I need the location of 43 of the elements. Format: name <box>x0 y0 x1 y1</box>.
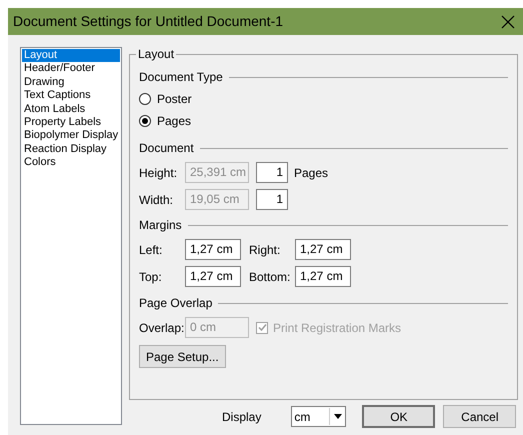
radio-label: Poster <box>157 91 192 108</box>
section-heading: Document <box>139 140 194 157</box>
field-label: Overlap: <box>139 320 185 336</box>
category-item[interactable]: Drawing <box>22 76 120 90</box>
section-heading: Margins <box>139 217 182 234</box>
group-title: Layout <box>136 47 176 61</box>
margin-field[interactable]: 1,27 cm <box>295 266 351 287</box>
radio-button[interactable] <box>139 93 151 105</box>
category-item[interactable]: Colors <box>22 156 120 170</box>
dialog-button[interactable]: Cancel <box>443 405 516 428</box>
field-label: Top: <box>139 268 163 286</box>
margin-field[interactable]: 1,27 cm <box>185 266 241 287</box>
field-label: Bottom: <box>249 268 292 286</box>
section-heading: Page Overlap <box>139 295 212 312</box>
checkbox-label: Print Registration Marks <box>273 320 402 336</box>
field-label: Height: <box>139 164 178 182</box>
field-label: Left: <box>139 242 164 258</box>
radio-label: Pages <box>157 113 192 130</box>
category-item[interactable]: Layout <box>22 49 120 62</box>
unit-dropdown[interactable]: cm <box>291 406 346 427</box>
category-item[interactable]: Reaction Display <box>22 142 120 156</box>
category-item[interactable]: Biopolymer Display <box>22 129 120 143</box>
margin-field[interactable]: 1,27 cm <box>185 239 241 260</box>
display-label: Display <box>222 408 262 426</box>
overlap-field: 0 cm <box>185 317 249 338</box>
unit-label: Pages <box>294 164 328 182</box>
dialog-button[interactable]: OK <box>362 405 436 428</box>
size-field: 19,05 cm <box>185 189 249 210</box>
close-button[interactable] <box>499 12 517 30</box>
radio-button[interactable] <box>139 115 151 127</box>
category-item[interactable]: Atom Labels <box>22 102 120 116</box>
category-item[interactable]: Text Captions <box>22 89 120 103</box>
size-field: 25,391 cm <box>185 162 249 183</box>
field-label: Width: <box>139 192 174 208</box>
page-setup-button[interactable]: Page Setup... <box>139 345 226 368</box>
count-field[interactable]: 1 <box>256 189 288 210</box>
margin-field[interactable]: 1,27 cm <box>295 239 351 260</box>
category-item[interactable]: Property Labels <box>22 116 120 130</box>
category-item[interactable]: Header/Footer <box>22 62 120 76</box>
section-heading: Document Type <box>139 69 223 86</box>
count-field[interactable]: 1 <box>256 162 288 183</box>
field-label: Right: <box>249 242 282 258</box>
window-title: Document Settings for Untitled Document-1 <box>13 12 284 31</box>
